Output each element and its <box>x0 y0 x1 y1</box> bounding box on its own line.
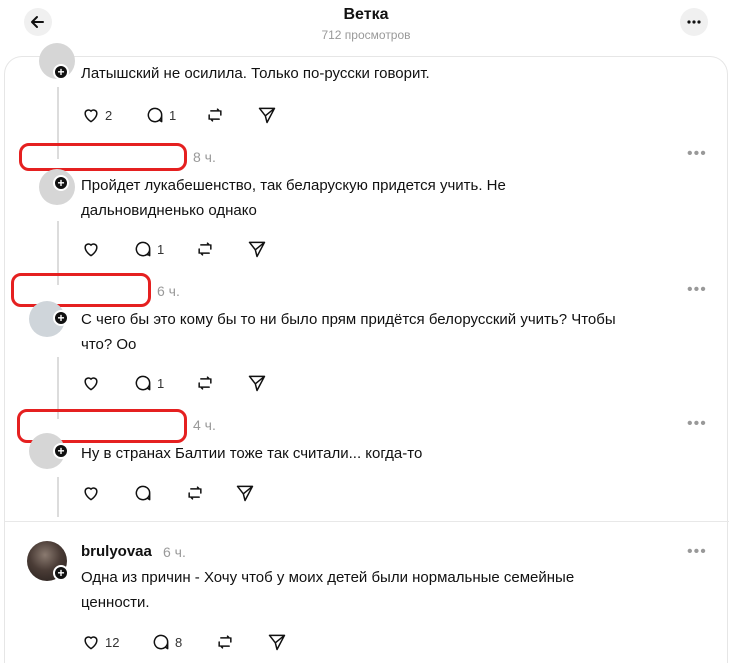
share-button[interactable] <box>247 373 267 393</box>
comment-text-line: дальновидненько однако <box>81 202 257 219</box>
share-button[interactable] <box>247 239 267 259</box>
comment-text: Пройдет лукабешенство, так беларускую пр… <box>81 173 506 223</box>
reply-button[interactable]: 8 <box>151 632 182 652</box>
redacted-username <box>11 273 151 307</box>
more-options-icon[interactable]: ••• <box>687 281 707 299</box>
send-icon <box>268 634 286 651</box>
share-button[interactable] <box>257 105 277 125</box>
reply-bubble-icon <box>135 375 151 391</box>
like-count: 2 <box>105 107 113 123</box>
send-icon <box>248 241 266 258</box>
more-options-icon[interactable]: ••• <box>687 415 707 433</box>
comment-text-line: Одна из причин - Хочу чтоб у моих детей … <box>81 569 575 586</box>
reply-button[interactable]: 1 <box>133 373 164 393</box>
heart-icon <box>84 109 98 123</box>
more-options-icon[interactable]: ••• <box>687 145 707 163</box>
follow-plus-icon[interactable]: + <box>53 310 69 326</box>
comment-username[interactable]: brulyovaa <box>81 543 152 560</box>
comment-time: 6 ч. <box>157 283 180 299</box>
follow-plus-icon[interactable]: + <box>53 443 69 459</box>
repost-icon <box>218 635 232 649</box>
reply-count: 1 <box>169 107 177 123</box>
comment-text: Латышский не осилила. Только по-русски г… <box>81 65 430 82</box>
reply-count: 1 <box>157 241 165 257</box>
views-count: 712 просмотров <box>321 28 411 42</box>
reply-bubble-icon <box>135 485 151 501</box>
like-count: 12 <box>105 634 120 650</box>
comment-time: 4 ч. <box>193 417 216 433</box>
follow-plus-icon[interactable]: + <box>53 175 69 191</box>
comment-text-line: Пройдет лукабешенство, так беларускую пр… <box>81 177 506 194</box>
send-icon <box>258 107 276 124</box>
send-icon <box>236 485 254 502</box>
heart-icon <box>84 636 98 650</box>
like-button[interactable] <box>81 483 101 503</box>
thread-card: + Латышский не осилила. Только по-русски… <box>4 43 729 663</box>
comment-text: Одна из причин - Хочу чтоб у моих детей … <box>81 565 574 615</box>
repost-button[interactable] <box>185 483 205 503</box>
repost-icon <box>208 108 222 122</box>
send-icon <box>248 375 266 392</box>
like-button[interactable] <box>81 373 101 393</box>
reply-bubble-icon <box>153 634 169 650</box>
heart-icon <box>84 243 98 257</box>
thread-header: Ветка 712 просмотров <box>0 0 732 52</box>
comment-text: Ну в странах Балтии тоже так считали... … <box>81 441 422 466</box>
more-horizontal-icon <box>687 20 701 24</box>
like-button[interactable] <box>81 239 101 259</box>
reply-bubble-icon <box>135 241 151 257</box>
repost-button[interactable] <box>195 239 215 259</box>
comment-text-line: что? Оо <box>81 336 137 353</box>
comment-time: 6 ч. <box>163 544 186 560</box>
comment-text: С чего бы это кому бы то ни было прям пр… <box>81 307 616 357</box>
repost-button[interactable] <box>195 373 215 393</box>
heart-icon <box>84 377 98 391</box>
redacted-username <box>19 143 187 171</box>
comment-text-line: С чего бы это кому бы то ни было прям пр… <box>81 311 616 328</box>
repost-icon <box>198 242 212 256</box>
thread-connector <box>57 477 59 517</box>
reply-count: 1 <box>157 375 165 391</box>
repost-button[interactable] <box>205 105 225 125</box>
reply-bubble-icon <box>147 107 163 123</box>
section-divider <box>5 521 729 522</box>
reply-button[interactable]: 1 <box>133 239 164 259</box>
like-button[interactable]: 12 <box>81 632 119 652</box>
reply-count: 8 <box>175 634 183 650</box>
share-button[interactable] <box>235 483 255 503</box>
comment-text-line: Ну в странах Балтии тоже так считали... … <box>81 445 423 462</box>
follow-plus-icon[interactable]: + <box>53 64 69 80</box>
heart-icon <box>84 487 98 501</box>
repost-button[interactable] <box>215 632 235 652</box>
page-title: Ветка <box>343 6 389 23</box>
comment-time: 8 ч. <box>193 149 216 165</box>
more-options-button[interactable] <box>680 8 708 36</box>
comment-text-line: ценности. <box>81 594 150 611</box>
reply-button[interactable]: 1 <box>145 105 176 125</box>
share-button[interactable] <box>267 632 287 652</box>
repost-icon <box>188 486 202 500</box>
repost-icon <box>198 376 212 390</box>
more-options-icon[interactable]: ••• <box>687 543 707 561</box>
reply-button[interactable] <box>133 483 153 503</box>
follow-plus-icon[interactable]: + <box>53 565 69 581</box>
like-button[interactable]: 2 <box>81 105 112 125</box>
